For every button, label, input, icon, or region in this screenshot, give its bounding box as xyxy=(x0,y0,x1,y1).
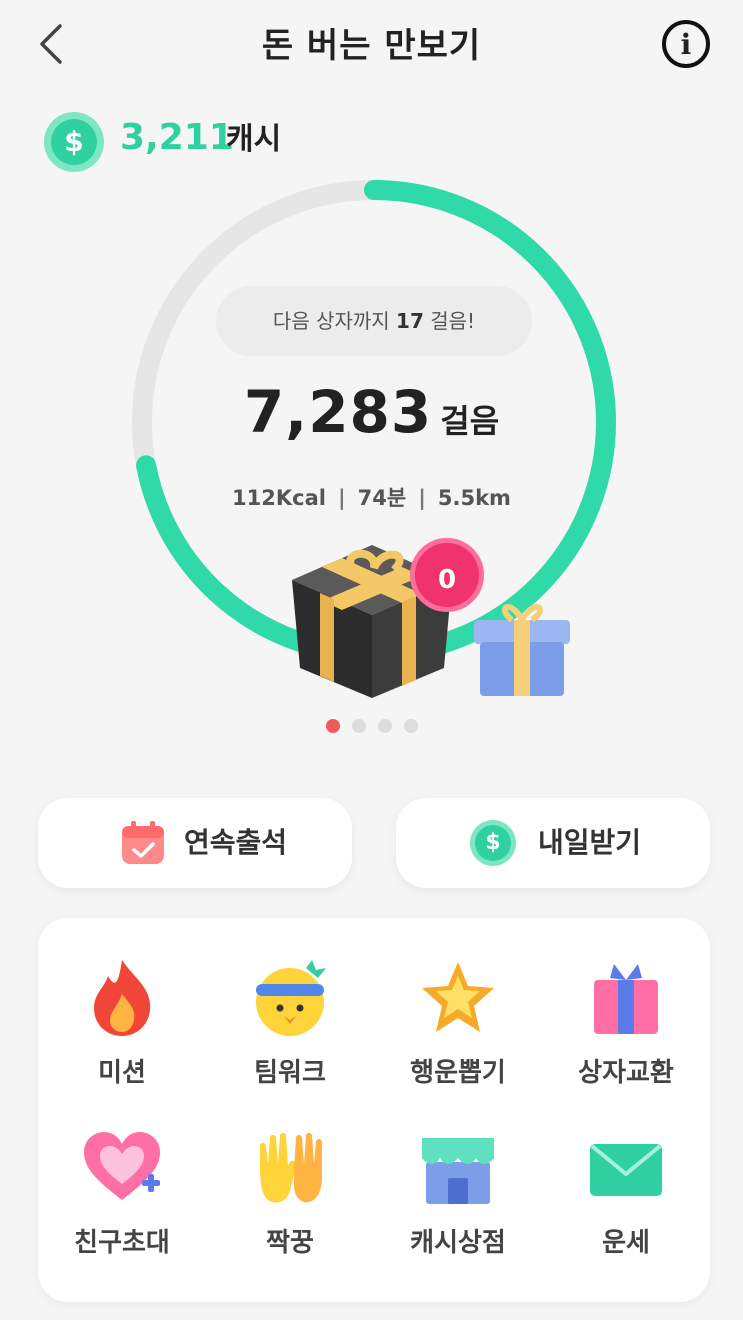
gift-box-icon xyxy=(594,964,658,1034)
step-count: 7,283 걸음 xyxy=(0,378,743,446)
envelope-icon xyxy=(590,1144,662,1196)
menu-item-teamwork[interactable]: 팀워크 xyxy=(206,938,374,1110)
star-icon xyxy=(422,962,494,1032)
dollar-symbol: $ xyxy=(51,119,97,165)
step-number: 7,283 xyxy=(243,378,433,446)
menu-item-invite-friend[interactable]: 친구초대 xyxy=(38,1108,206,1280)
hint-prefix: 다음 상자까지 xyxy=(272,309,397,333)
kcal-value: 112Kcal xyxy=(232,486,326,510)
receive-tomorrow-label: 내일받기 xyxy=(538,826,642,859)
carousel-indicator xyxy=(0,718,743,737)
calendar-icon xyxy=(122,821,164,864)
carousel-dot[interactable] xyxy=(403,719,418,733)
store-icon xyxy=(422,1138,494,1204)
menu-label: 짝꿍 xyxy=(266,1228,314,1258)
coin-icon: $ xyxy=(470,820,516,866)
hint-suffix: 걸음! xyxy=(423,309,476,333)
minutes-value: 74분 xyxy=(357,486,407,510)
page-title: 돈 버는 만보기 xyxy=(261,26,482,66)
distance-value: 5.5km xyxy=(437,486,511,510)
blue-gift-box-icon[interactable] xyxy=(466,590,578,700)
carousel-dot[interactable] xyxy=(351,719,366,733)
cash-unit: 캐시 xyxy=(226,122,282,157)
hint-count: 17 xyxy=(396,309,424,333)
receive-tomorrow-button[interactable]: $ 내일받기 xyxy=(396,798,710,888)
menu-label: 캐시상점 xyxy=(410,1228,506,1258)
menu-label: 팀워크 xyxy=(254,1058,326,1088)
clapping-hands-icon xyxy=(260,1133,322,1203)
menu-grid: 미션 팀워크 행운뽑기 상자교환 친구초대 짝꿍 캐시상점 운세 xyxy=(38,918,710,1302)
activity-stats: 112Kcal | 74분 | 5.5km xyxy=(0,482,743,512)
menu-item-cash-store[interactable]: 캐시상점 xyxy=(374,1108,542,1280)
fire-icon xyxy=(94,960,151,1036)
info-button[interactable]: i xyxy=(662,20,710,68)
menu-label: 친구초대 xyxy=(74,1228,170,1258)
attendance-button[interactable]: 연속출석 xyxy=(38,798,352,888)
separator: | xyxy=(337,486,346,510)
cash-amount: 3,211 xyxy=(120,117,234,158)
menu-label: 상자교환 xyxy=(578,1058,674,1088)
menu-item-mission[interactable]: 미션 xyxy=(38,938,206,1110)
separator: | xyxy=(418,486,426,510)
info-icon: i xyxy=(680,28,692,61)
next-box-hint: 다음 상자까지 17 걸음! xyxy=(216,286,532,356)
heart-plus-icon xyxy=(84,1132,160,1200)
carousel-dot[interactable] xyxy=(325,719,340,733)
attendance-label: 연속출석 xyxy=(184,826,288,859)
menu-item-partner[interactable]: 짝꿍 xyxy=(206,1108,374,1280)
menu-label: 미션 xyxy=(98,1058,146,1088)
menu-label: 운세 xyxy=(602,1228,650,1258)
dollar-symbol: $ xyxy=(475,825,511,861)
step-unit: 걸음 xyxy=(440,402,500,440)
box-count-badge: 0 xyxy=(410,538,484,612)
menu-label: 행운뽑기 xyxy=(410,1058,506,1088)
cash-coin-icon: $ xyxy=(44,112,104,172)
carousel-dot[interactable] xyxy=(377,719,392,733)
menu-item-box-exchange[interactable]: 상자교환 xyxy=(542,938,710,1110)
character-face-icon xyxy=(256,960,326,1036)
menu-item-fortune[interactable]: 운세 xyxy=(542,1108,710,1280)
menu-item-lucky-draw[interactable]: 행운뽑기 xyxy=(374,938,542,1110)
